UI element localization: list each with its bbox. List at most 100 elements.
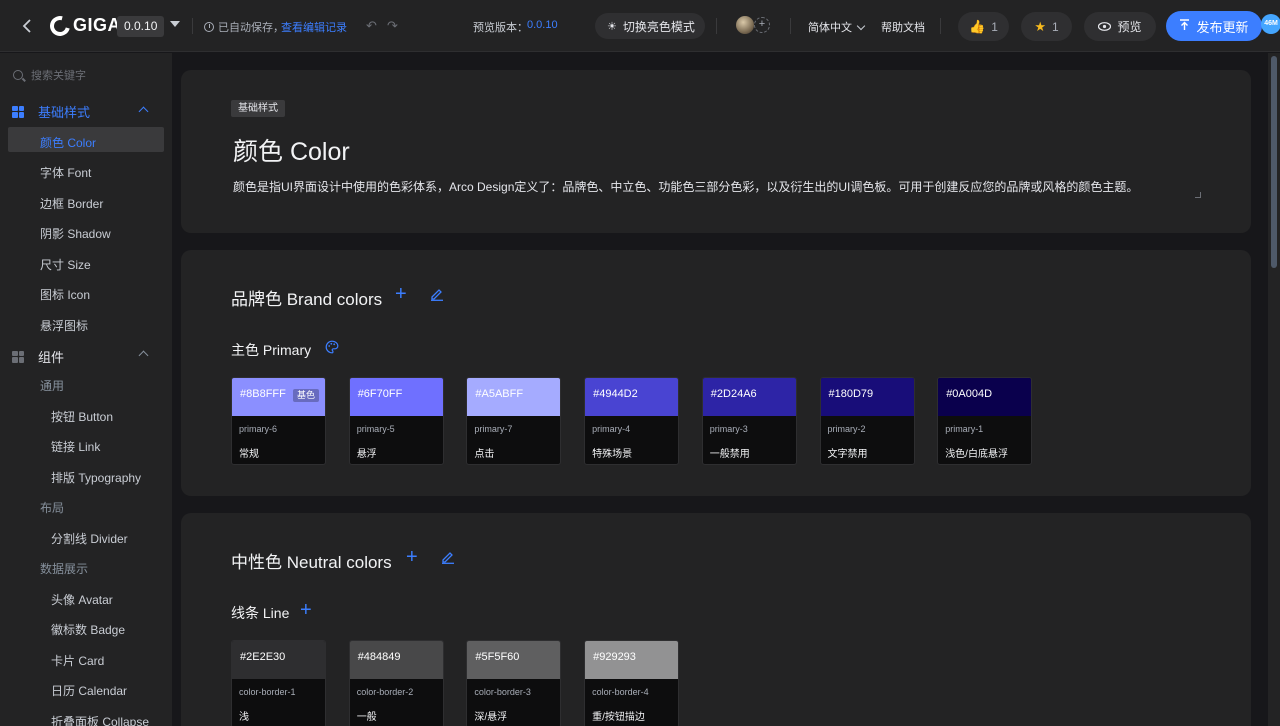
chevron-up-icon[interactable] <box>138 106 149 117</box>
sidebar-item-divider[interactable]: 分割线 Divider <box>51 530 128 547</box>
scrollbar-thumb[interactable] <box>1271 56 1277 268</box>
sidebar-item-button[interactable]: 按钮 Button <box>51 408 113 425</box>
edit-history-link[interactable]: 查看编辑记录 <box>281 19 347 35</box>
sidebar-item-badge[interactable]: 徽标数 Badge <box>51 621 125 638</box>
add-icon[interactable]: + <box>406 547 418 567</box>
color-swatch[interactable]: #5F5F60 color-border-3 深/悬浮 <box>466 640 562 726</box>
sidebar-item-avatar[interactable]: 头像 Avatar <box>51 591 113 608</box>
swatch-color-block[interactable]: #0A004D <box>938 378 1032 416</box>
brand-colors-card: 品牌色 Brand colors + 主色 Primary #8B8FFF 基色 p… <box>181 250 1251 496</box>
swatch-token: primary-3 <box>709 424 748 434</box>
color-swatch[interactable]: #4944D2 primary-4 特殊场景 <box>584 377 680 465</box>
preview-version-value[interactable]: 0.0.10 <box>527 19 558 31</box>
page-title[interactable]: 颜色 Color <box>233 132 350 168</box>
swatch-color-block[interactable]: #6F70FF <box>349 378 443 416</box>
giga-logo[interactable]: GIGA <box>46 11 121 40</box>
star-button[interactable]: ★ 1 <box>1021 12 1072 41</box>
sidebar-item-calendar[interactable]: 日历 Calendar <box>51 682 127 699</box>
swatch-token: primary-2 <box>827 424 866 434</box>
clock-icon <box>204 22 214 32</box>
sidebar-item-shadow[interactable]: 阴影 Shadow <box>40 225 111 242</box>
swatch-color-block[interactable]: #2E2E30 <box>232 641 325 679</box>
swatch-usage: 特殊场景 <box>592 449 633 460</box>
add-collaborator-icon[interactable]: + <box>754 17 770 33</box>
swatch-color-block[interactable]: #929293 <box>585 641 679 679</box>
intro-card: 基础样式 颜色 Color 颜色是指UI界面设计中使用的色彩体系，Arco De… <box>181 70 1251 233</box>
color-swatch[interactable]: #A5ABFF primary-7 点击 <box>466 377 562 465</box>
sidebar-search[interactable]: 搜索关键字 <box>13 67 86 83</box>
theme-toggle-button[interactable]: ☀ 切换亮色模式 <box>595 13 705 39</box>
swatch-hex: #929293 <box>593 651 636 663</box>
swatch-token: primary-6 <box>239 424 278 434</box>
sidebar-item-link[interactable]: 链接 Link <box>51 438 100 455</box>
color-swatch[interactable]: #484849 color-border-2 一般 <box>348 640 444 726</box>
theme-toggle-label: 切换亮色模式 <box>622 19 695 34</box>
search-input[interactable]: 搜索关键字 <box>31 67 86 83</box>
star-icon: ★ <box>1034 18 1046 34</box>
autosave-text: 已自动保存， <box>218 22 284 34</box>
scrollbar[interactable] <box>1268 53 1280 726</box>
swatch-usage: 悬浮 <box>356 449 377 460</box>
add-icon[interactable]: + <box>395 284 407 304</box>
help-docs-link[interactable]: 帮助文档 <box>881 19 925 35</box>
sidebar-item-color[interactable]: 颜色 Color <box>40 134 96 151</box>
avatar[interactable] <box>736 16 754 34</box>
version-badge[interactable]: 0.0.10 <box>117 16 165 37</box>
color-swatch[interactable]: #6F70FF primary-5 悬浮 <box>348 377 444 465</box>
grid-icon <box>12 105 24 118</box>
color-swatch[interactable]: #929293 color-border-4 重/按钮描边 <box>584 640 680 726</box>
swatch-color-block[interactable]: #4944D2 <box>585 378 679 416</box>
sidebar-item-typography[interactable]: 排版 Typography <box>51 469 141 486</box>
version-dropdown-icon[interactable] <box>170 21 180 27</box>
sidebar-item-size[interactable]: 尺寸 Size <box>40 256 91 273</box>
edit-icon[interactable] <box>441 550 455 564</box>
publish-update-button[interactable]: 发布更新 <box>1166 11 1262 41</box>
sidebar-item-card[interactable]: 卡片 Card <box>51 652 104 669</box>
eye-icon <box>1098 20 1112 34</box>
swatch-hex: #8B8FFF <box>240 388 286 400</box>
like-button[interactable]: 👍 1 <box>958 12 1009 41</box>
sidebar-item-font[interactable]: 字体 Font <box>40 164 91 181</box>
swatch-hex: #2E2E30 <box>240 651 286 663</box>
color-swatch[interactable]: #8B8FFF 基色 primary-6 常规 <box>231 377 326 465</box>
add-icon[interactable]: + <box>300 600 312 620</box>
back-arrow-icon[interactable] <box>18 16 36 36</box>
sidebar-item-float-icon[interactable]: 悬浮图标 <box>40 317 88 334</box>
swatch-color-block[interactable]: #5F5F60 <box>467 641 561 679</box>
page-description[interactable]: 颜色是指UI界面设计中使用的色彩体系，Arco Design定义了：品牌色、中立… <box>233 178 1138 195</box>
preview-button[interactable]: 预览 <box>1084 12 1156 41</box>
nav-group-basic[interactable]: 基础样式 <box>12 102 90 121</box>
base-color-tag: 基色 <box>292 389 319 402</box>
edit-icon[interactable] <box>430 287 444 301</box>
swatch-usage: 一般禁用 <box>709 449 750 460</box>
sidebar-item-icon[interactable]: 图标 Icon <box>40 286 90 303</box>
nav-group-components[interactable]: 组件 <box>12 347 64 366</box>
color-swatch[interactable]: #0A004D primary-1 浅色/白底悬浮 <box>937 377 1033 465</box>
swatch-color-block[interactable]: #484849 <box>349 641 443 679</box>
palette-icon[interactable] <box>325 340 339 354</box>
swatch-color-block[interactable]: #180D79 <box>820 378 914 416</box>
publish-label: 发布更新 <box>1196 19 1249 35</box>
sidebar-item-collapse[interactable]: 折叠面板 Collapse <box>51 713 149 726</box>
swatch-color-block[interactable]: #2D24A6 <box>702 378 796 416</box>
component-icon <box>12 350 24 363</box>
color-swatch[interactable]: #2E2E30 color-border-1 浅 <box>231 640 326 726</box>
swatch-color-block[interactable]: #8B8FFF 基色 <box>232 378 325 416</box>
sidebar-item-border[interactable]: 边框 Border <box>40 195 103 212</box>
language-select[interactable]: 简体中文 <box>808 19 866 35</box>
header-divider <box>790 18 791 34</box>
undo-icon[interactable]: ↶ <box>366 18 377 34</box>
swatch-usage: 点击 <box>474 449 495 460</box>
autosave-status: 已自动保存， <box>204 19 284 35</box>
swatch-hex: #4944D2 <box>593 388 638 400</box>
nav-category-layout: 布局 <box>40 501 65 515</box>
like-count: 1 <box>991 19 998 34</box>
color-swatch[interactable]: #180D79 primary-2 文字禁用 <box>819 377 915 465</box>
swatch-color-block[interactable]: #A5ABFF <box>467 378 561 416</box>
primary-subtitle: 主色 Primary <box>231 342 312 358</box>
color-swatch[interactable]: #2D24A6 primary-3 一般禁用 <box>701 377 797 465</box>
swatch-token: primary-4 <box>592 424 631 434</box>
chevron-up-icon[interactable] <box>138 350 149 361</box>
resize-handle-icon[interactable] <box>1195 192 1201 198</box>
redo-icon[interactable]: ↷ <box>387 18 398 34</box>
